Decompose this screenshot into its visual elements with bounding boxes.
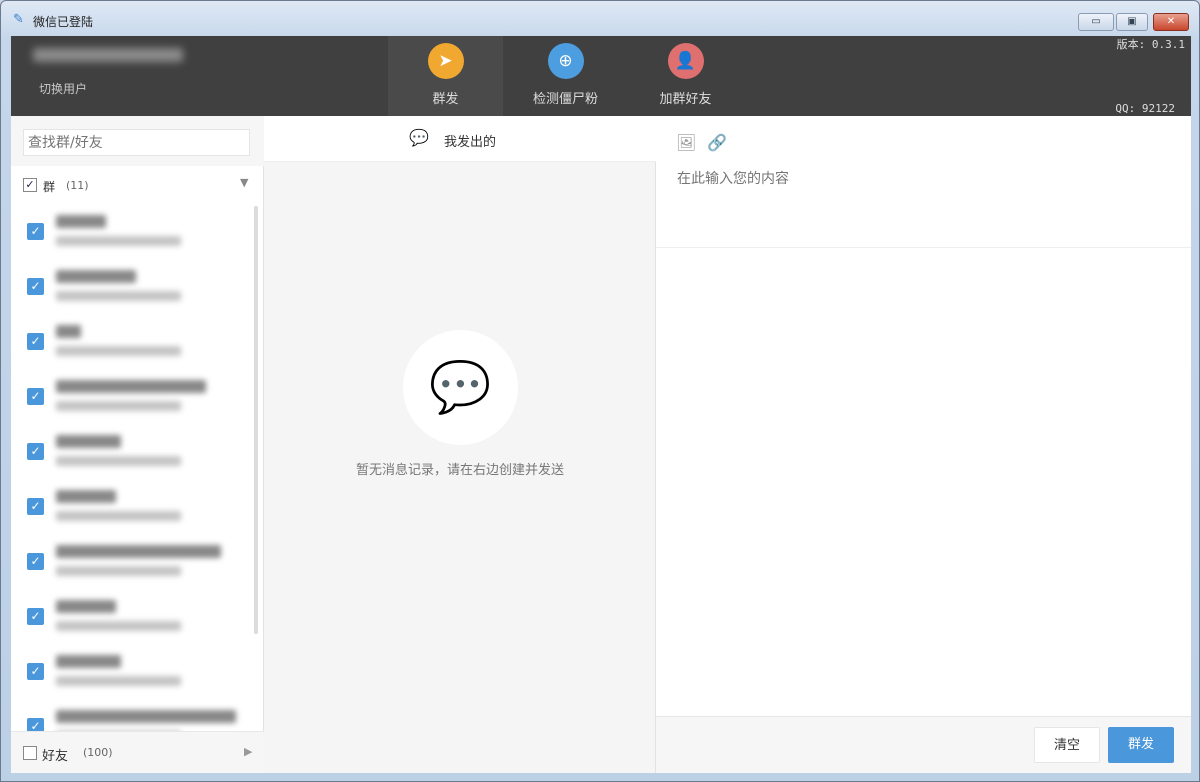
app-window: ✎ 微信已登陆 ▭ ▣ ✕ 切换用户 ➤ 群发 ⊕ 检测僵尸粉 👤 加群好友 版… — [0, 0, 1200, 782]
friend-label: 好友 — [42, 749, 69, 764]
chevron-down-icon[interactable]: ▼ — [240, 176, 248, 189]
blurred-name — [56, 435, 121, 448]
checkbox-checked[interactable]: ✓ — [27, 388, 44, 405]
blurred-name — [56, 545, 221, 558]
list-item[interactable]: ✓ — [11, 314, 264, 369]
search-user-icon: ⊕ — [547, 43, 584, 79]
minimize-button[interactable]: ▭ — [1078, 13, 1114, 31]
blurred-subtitle — [56, 621, 181, 631]
blurred-subtitle — [56, 291, 181, 301]
checkbox-checked[interactable]: ✓ — [27, 443, 44, 460]
user-name-blurred — [33, 48, 183, 62]
list-item[interactable]: ✓ — [11, 204, 264, 259]
clear-button[interactable]: 清空 — [1034, 727, 1100, 763]
message-input[interactable] — [656, 156, 1191, 248]
list-item[interactable]: ✓ — [11, 424, 264, 479]
add-user-icon: 👤 — [667, 43, 704, 79]
tool-label: 加群好友 — [659, 92, 712, 107]
empty-chat-icon: 💬 — [403, 330, 518, 445]
blurred-name — [56, 655, 121, 668]
compose-panel: 🖼 🔗 清空 群发 — [656, 116, 1191, 773]
wrench-icon: ✎ — [13, 12, 24, 27]
tool-label: 群发 — [432, 92, 459, 107]
sent-messages-panel: 💬 我发出的 💬 暂无消息记录，请在右边创建并发送 — [264, 116, 656, 773]
checkbox-checked[interactable]: ✓ — [27, 333, 44, 350]
friend-select-all-checkbox[interactable] — [23, 746, 37, 760]
group-list: ✓ ✓ ✓ ✓ ✓ ✓ ✓ ✓ ✓ ✓ — [11, 204, 264, 731]
search-input[interactable] — [23, 129, 250, 156]
blurred-subtitle — [56, 346, 181, 356]
checkbox-checked[interactable]: ✓ — [27, 718, 44, 731]
blurred-subtitle — [56, 456, 181, 466]
list-item[interactable]: ✓ — [11, 369, 264, 424]
switch-user-link[interactable]: 切换用户 — [39, 80, 87, 97]
list-item[interactable]: ✓ — [11, 644, 264, 699]
group-section-header[interactable]: ✓ 群 (11) ▼ — [11, 166, 264, 202]
checkbox-checked[interactable]: ✓ — [27, 663, 44, 680]
tool-detect-zombie-fans[interactable]: ⊕ 检测僵尸粉 — [508, 36, 623, 116]
title-bar[interactable]: ✎ 微信已登陆 ▭ ▣ ✕ — [1, 1, 1199, 36]
qq-label: QQ: 92122 — [1115, 102, 1175, 115]
blurred-name — [56, 380, 206, 393]
blurred-subtitle — [56, 511, 181, 521]
blurred-subtitle — [56, 401, 181, 411]
image-icon[interactable]: 🖼 — [676, 133, 696, 152]
search-area — [11, 116, 264, 166]
chat-bubble-icon: 💬 — [409, 128, 429, 147]
list-item[interactable]: ✓ — [11, 259, 264, 314]
scrollbar[interactable] — [254, 206, 258, 634]
list-item[interactable]: ✓ — [11, 534, 264, 589]
sent-header: 💬 我发出的 — [264, 116, 656, 162]
checkbox-checked[interactable]: ✓ — [27, 608, 44, 625]
blurred-subtitle — [56, 566, 181, 576]
blurred-name — [56, 270, 136, 283]
list-item[interactable]: ✓ — [11, 699, 264, 731]
link-icon[interactable]: 🔗 — [707, 133, 727, 152]
tool-label: 检测僵尸粉 — [532, 92, 598, 107]
contact-panel: ✓ 群 (11) ▼ ✓ ✓ ✓ ✓ ✓ ✓ ✓ ✓ ✓ ✓ 好友 (100) … — [11, 116, 264, 773]
blurred-subtitle — [56, 676, 181, 686]
list-item[interactable]: ✓ — [11, 479, 264, 534]
checkbox-checked[interactable]: ✓ — [27, 498, 44, 515]
group-count: (11) — [66, 179, 89, 192]
blurred-name — [56, 710, 236, 723]
compose-footer: 清空 群发 — [656, 716, 1191, 773]
tool-add-group-friends[interactable]: 👤 加群好友 — [628, 36, 743, 116]
top-toolbar: 切换用户 ➤ 群发 ⊕ 检测僵尸粉 👤 加群好友 版本: 0.3.1 QQ: 9… — [11, 36, 1191, 116]
checkbox-checked[interactable]: ✓ — [27, 553, 44, 570]
empty-state-text: 暂无消息记录，请在右边创建并发送 — [355, 463, 564, 478]
checkbox-checked[interactable]: ✓ — [27, 278, 44, 295]
friend-count: (100) — [83, 746, 113, 759]
window-title: 微信已登陆 — [33, 15, 94, 29]
blurred-subtitle — [56, 236, 181, 246]
list-item[interactable]: ✓ — [11, 589, 264, 644]
sent-title: 我发出的 — [444, 135, 497, 150]
group-select-all-checkbox[interactable]: ✓ — [23, 178, 37, 192]
close-button[interactable]: ✕ — [1153, 13, 1189, 31]
mass-send-button[interactable]: 群发 — [1108, 727, 1174, 763]
version-label: 版本: 0.3.1 — [1116, 38, 1185, 51]
checkbox-checked[interactable]: ✓ — [27, 223, 44, 240]
paper-plane-icon: ➤ — [427, 43, 464, 79]
group-label: 群 — [43, 180, 56, 194]
tool-mass-send[interactable]: ➤ 群发 — [388, 36, 503, 116]
friend-section-header[interactable]: 好友 (100) ▶ — [11, 731, 264, 773]
blurred-name — [56, 490, 116, 503]
editor-toolbar: 🖼 🔗 — [676, 133, 727, 152]
chevron-right-icon[interactable]: ▶ — [244, 745, 252, 758]
blurred-name — [56, 600, 116, 613]
maximize-button[interactable]: ▣ — [1116, 13, 1148, 31]
blurred-name — [56, 325, 81, 338]
blurred-name — [56, 215, 106, 228]
